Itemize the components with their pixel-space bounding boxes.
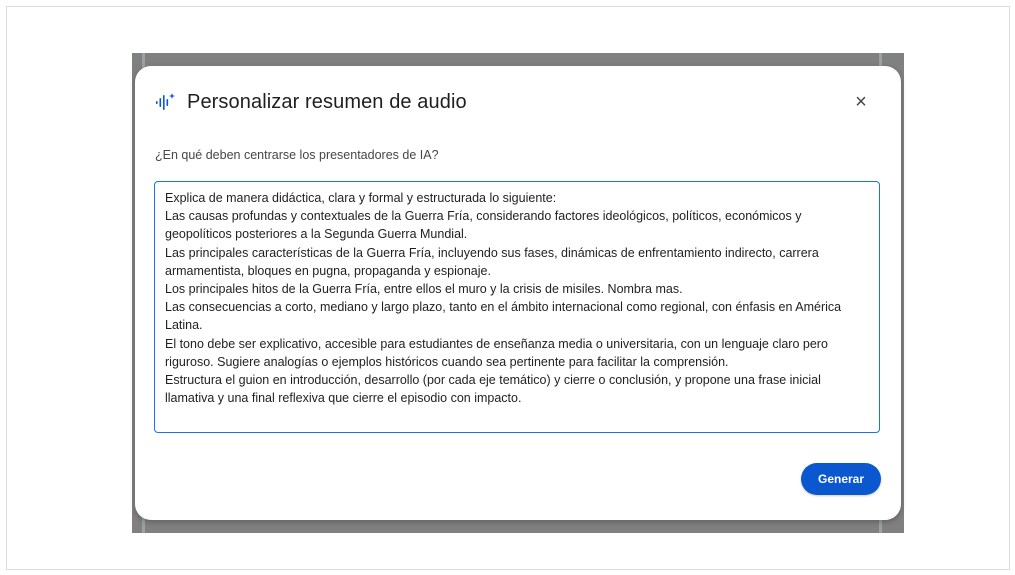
audio-sparkle-icon bbox=[155, 92, 177, 112]
close-icon[interactable]: × bbox=[847, 88, 875, 116]
customize-audio-dialog: Personalizar resumen de audio × ¿En qué … bbox=[135, 66, 901, 520]
prompt-textarea[interactable]: Explica de manera didáctica, clara y for… bbox=[154, 181, 880, 433]
generate-button[interactable]: Generar bbox=[801, 463, 881, 495]
dialog-title: Personalizar resumen de audio bbox=[187, 90, 467, 113]
dialog-header: Personalizar resumen de audio × bbox=[155, 88, 881, 116]
prompt-label: ¿En qué deben centrarse los presentadore… bbox=[155, 148, 439, 162]
